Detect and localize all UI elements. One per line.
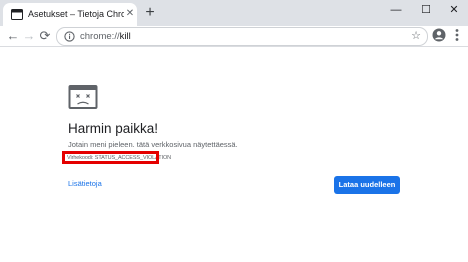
error-heading: Harmin paikka!	[68, 121, 159, 136]
new-tab-button[interactable]: +	[142, 5, 158, 21]
minimize-button[interactable]: —	[382, 0, 410, 22]
tab-title: Asetukset – Tietoja Chromesta	[28, 9, 124, 19]
tab-settings[interactable]: Asetukset – Tietoja Chromesta ✕	[3, 3, 137, 26]
error-message: Jotain meni pieleen. tätä verkkosivua nä…	[68, 140, 238, 149]
reload-icon[interactable]: ⟳	[36, 28, 54, 44]
profile-avatar-icon[interactable]	[432, 28, 446, 42]
learn-more-link[interactable]: Lisätietoja	[68, 179, 102, 188]
sad-tab-icon	[68, 85, 98, 109]
reload-button[interactable]: Lataa uudelleen	[334, 176, 400, 194]
menu-dots-icon[interactable]	[452, 27, 462, 43]
settings-page-icon	[11, 9, 23, 20]
address-bar[interactable]: chrome://kill ☆	[56, 27, 428, 46]
url-text[interactable]: chrome://kill	[80, 30, 131, 43]
title-bar: Asetukset – Tietoja Chromesta ✕ + — ☐ ✕	[0, 0, 468, 26]
browser-toolbar: ← → ⟳ chrome://kill ☆	[0, 26, 468, 47]
info-icon[interactable]	[64, 31, 75, 42]
bookmark-star-icon[interactable]: ☆	[411, 29, 421, 42]
error-code-highlight-box	[62, 151, 159, 164]
maximize-button[interactable]: ☐	[412, 0, 440, 22]
error-page: Harmin paikka! Jotain meni pieleen. tätä…	[0, 47, 468, 262]
url-scheme: chrome://	[80, 31, 120, 42]
url-path: kill	[119, 31, 131, 42]
tab-close-icon[interactable]: ✕	[125, 8, 135, 20]
close-window-button[interactable]: ✕	[440, 0, 468, 22]
